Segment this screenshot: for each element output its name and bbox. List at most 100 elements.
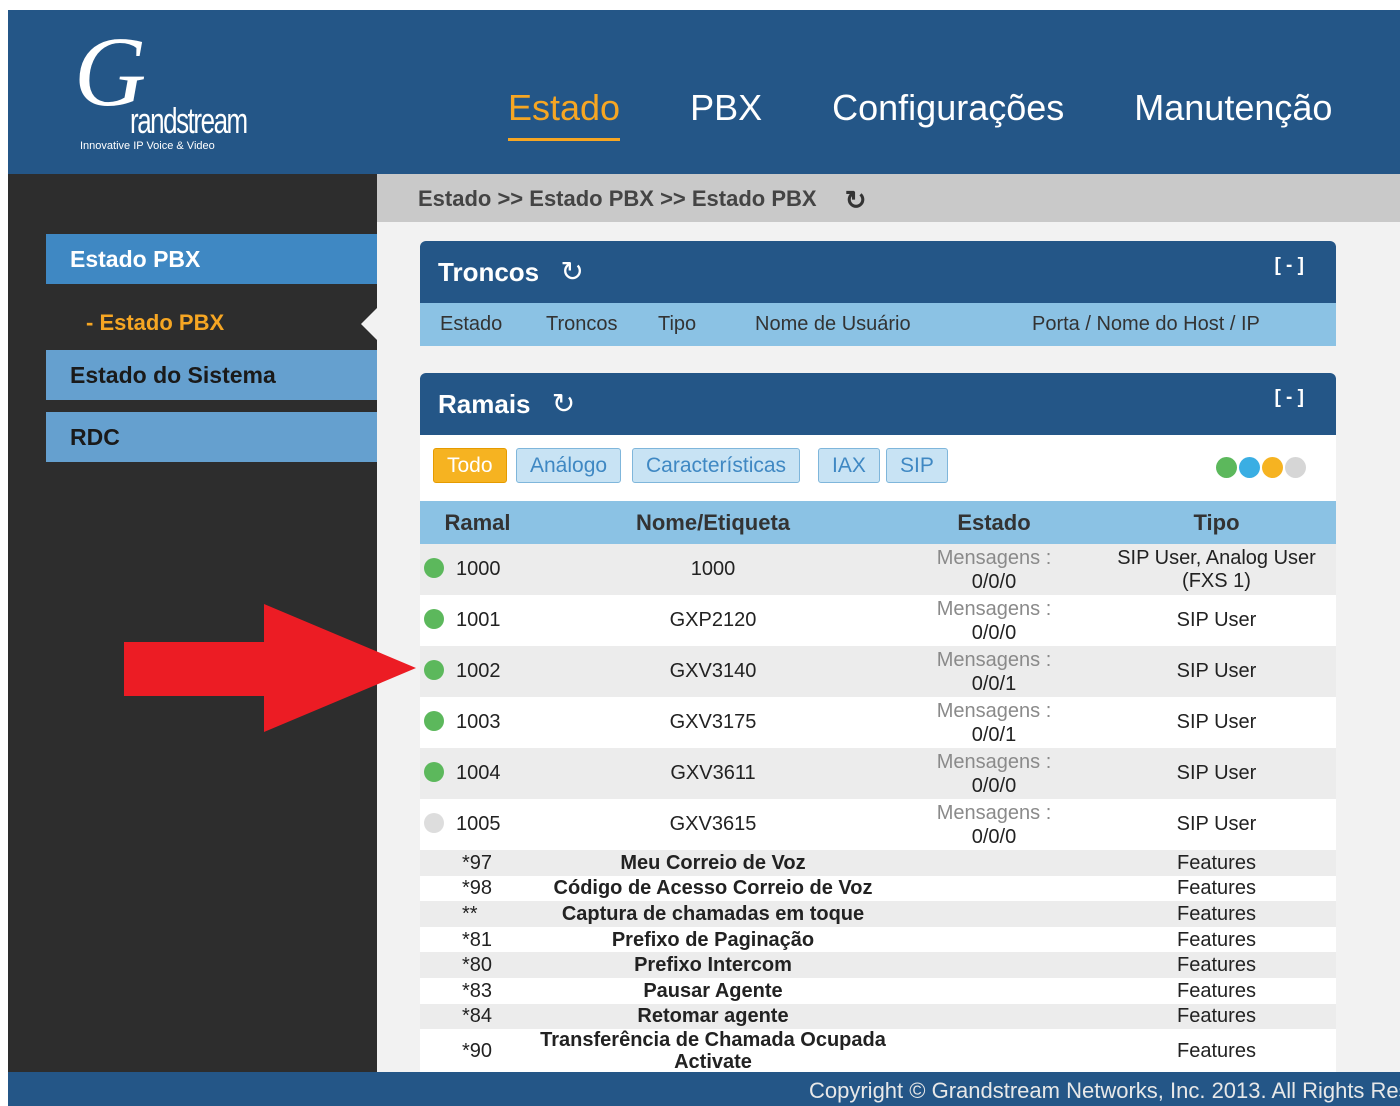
ramais-collapse-button[interactable]: [ - ] bbox=[1274, 373, 1304, 423]
feature-code: *97 bbox=[420, 850, 535, 876]
feature-estado bbox=[891, 850, 1097, 876]
extension-row[interactable]: 1003 GXV3175 Mensagens :0/0/1 SIP User bbox=[420, 697, 1336, 748]
top-header: G randstream Innovative IP Voice & Video… bbox=[8, 10, 1400, 174]
name-cell: GXP2120 bbox=[535, 595, 891, 646]
th-estado[interactable]: Estado bbox=[891, 501, 1097, 544]
filter-caracteristicas[interactable]: Características bbox=[632, 448, 801, 483]
feature-estado bbox=[891, 1003, 1097, 1030]
ramais-refresh-icon[interactable]: ↻ bbox=[552, 388, 575, 419]
type-cell: SIP User bbox=[1097, 799, 1336, 850]
filter-analogo[interactable]: Análogo bbox=[516, 448, 622, 483]
extension-row[interactable]: 1004 GXV3611 Mensagens :0/0/0 SIP User bbox=[420, 748, 1336, 799]
red-arrow-annotation bbox=[124, 604, 416, 732]
troncos-panel: Troncos ↻ [ - ] Estado Troncos Tipo Nome… bbox=[420, 241, 1336, 346]
feature-name: Código de Acesso Correio de Voz bbox=[535, 875, 891, 902]
filter-iax[interactable]: IAX bbox=[818, 448, 880, 483]
type-cell: SIP User bbox=[1097, 646, 1336, 697]
feature-type: Features bbox=[1097, 926, 1336, 953]
col-estado[interactable]: Estado bbox=[440, 303, 502, 346]
name-cell: GXV3611 bbox=[535, 748, 891, 799]
filter-sip[interactable]: SIP bbox=[886, 448, 948, 483]
ramal-cell: 1002 bbox=[420, 646, 535, 697]
feature-type: Features bbox=[1097, 875, 1336, 902]
ramal-cell: 1004 bbox=[420, 748, 535, 799]
feature-estado bbox=[891, 901, 1097, 927]
messages-label: Mensagens : bbox=[936, 750, 1052, 773]
breadcrumb-text: Estado >> Estado PBX >> Estado PBX bbox=[418, 186, 817, 211]
arrow-shape bbox=[124, 604, 416, 732]
nav-estado[interactable]: Estado bbox=[508, 90, 621, 141]
logo-tagline: Innovative IP Voice & Video bbox=[80, 140, 215, 152]
status-dot-icon bbox=[424, 710, 444, 731]
type-cell: SIP User bbox=[1097, 595, 1336, 646]
feature-type: Features bbox=[1097, 901, 1336, 927]
name-cell: GXV3615 bbox=[535, 799, 891, 850]
feature-estado bbox=[891, 926, 1097, 953]
messages-count: 0/0/0 bbox=[971, 825, 1017, 848]
extension-row[interactable]: 1002 GXV3140 Mensagens :0/0/1 SIP User bbox=[420, 646, 1336, 697]
ramal-number: 1001 bbox=[456, 609, 501, 632]
feature-estado bbox=[891, 952, 1097, 978]
feature-code: *90 bbox=[420, 1029, 535, 1073]
feature-name: Transferência de Chamada Ocupada Activat… bbox=[535, 1029, 891, 1073]
feature-row[interactable]: *84 Retomar agente Features bbox=[420, 1003, 1336, 1030]
th-nome-etiqueta[interactable]: Nome/Etiqueta bbox=[535, 501, 891, 544]
feature-type: Features bbox=[1097, 850, 1336, 876]
col-porta-host-ip[interactable]: Porta / Nome do Host / IP bbox=[1032, 303, 1260, 346]
th-ramal[interactable]: Ramal bbox=[420, 501, 535, 544]
ramal-number: 1002 bbox=[456, 660, 501, 683]
feature-row[interactable]: *81 Prefixo de Paginação Features bbox=[420, 926, 1336, 953]
feature-row[interactable]: *98 Código de Acesso Correio de Voz Featur… bbox=[420, 875, 1336, 902]
messages-cell: Mensagens :0/0/0 bbox=[891, 799, 1097, 850]
refresh-icon[interactable]: ↻ bbox=[845, 175, 867, 225]
type-cell: SIP User bbox=[1097, 748, 1336, 799]
logo-wordmark: randstream bbox=[130, 100, 248, 141]
troncos-refresh-icon[interactable]: ↻ bbox=[560, 256, 583, 287]
th-tipo[interactable]: Tipo bbox=[1097, 501, 1336, 544]
ramal-cell: 1000 bbox=[420, 544, 535, 595]
sidebar-item-estado-pbx[interactable]: Estado PBX bbox=[46, 234, 377, 284]
feature-code: *84 bbox=[420, 1003, 535, 1030]
nav-configuracoes[interactable]: Configurações bbox=[832, 90, 1064, 141]
filter-todo[interactable]: Todo bbox=[433, 448, 507, 483]
sidebar-item-estado-do-sistema[interactable]: Estado do Sistema bbox=[46, 350, 377, 400]
feature-code: *81 bbox=[420, 926, 535, 953]
nav-manutencao[interactable]: Manutenção bbox=[1134, 90, 1332, 141]
extension-row[interactable]: 1000 1000 Mensagens :0/0/0 SIP User, Analog… bbox=[420, 544, 1336, 595]
troncos-header: Troncos ↻ [ - ] bbox=[420, 241, 1336, 303]
feature-estado bbox=[891, 875, 1097, 902]
feature-row[interactable]: *83 Pausar Agente Features bbox=[420, 977, 1336, 1004]
feature-estado bbox=[891, 1029, 1097, 1073]
feature-name: Pausar Agente bbox=[535, 977, 891, 1004]
feature-row[interactable]: *80 Prefixo Intercom Features bbox=[420, 952, 1336, 978]
messages-count: 0/0/0 bbox=[971, 570, 1017, 593]
feature-row[interactable]: *90 Transferência de Chamada Ocupada Acti… bbox=[420, 1029, 1336, 1073]
feature-row[interactable]: *97 Meu Correio de Voz Features bbox=[420, 850, 1336, 876]
nav-pbx[interactable]: PBX bbox=[690, 90, 762, 141]
sidebar-item-rdc[interactable]: RDC bbox=[46, 412, 377, 462]
type-cell: SIP User bbox=[1097, 697, 1336, 748]
app-frame: G randstream Innovative IP Voice & Video… bbox=[8, 10, 1400, 1106]
messages-label: Mensagens : bbox=[936, 699, 1052, 722]
sidebar-subitem-estado-pbx[interactable]: - Estado PBX bbox=[86, 310, 224, 336]
messages-cell: Mensagens :0/0/0 bbox=[891, 544, 1097, 595]
messages-cell: Mensagens :0/0/1 bbox=[891, 697, 1097, 748]
col-nome-usuario[interactable]: Nome de Usuário bbox=[755, 303, 911, 346]
status-dot-icon bbox=[424, 557, 444, 578]
type-cell: SIP User, Analog User (FXS 1) bbox=[1097, 544, 1336, 595]
col-tipo[interactable]: Tipo bbox=[658, 303, 696, 346]
col-troncos[interactable]: Troncos bbox=[546, 303, 618, 346]
feature-type: Features bbox=[1097, 952, 1336, 978]
feature-type: Features bbox=[1097, 977, 1336, 1004]
main-nav: Estado PBX Configurações Manutenção bbox=[508, 90, 1400, 141]
feature-row[interactable]: ** Captura de chamadas em toque Features bbox=[420, 901, 1336, 927]
ramais-table-body: 1000 1000 Mensagens :0/0/0 SIP User, Analog… bbox=[420, 544, 1336, 1073]
name-cell: 1000 bbox=[535, 544, 891, 595]
troncos-title: Troncos bbox=[438, 257, 540, 287]
extension-row[interactable]: 1005 GXV3615 Mensagens :0/0/0 SIP User bbox=[420, 799, 1336, 850]
legend-dot-grey bbox=[1285, 457, 1306, 478]
troncos-collapse-button[interactable]: [ - ] bbox=[1274, 241, 1304, 291]
ramais-filter-bar: Todo Análogo Características IAX SIP bbox=[420, 435, 1336, 501]
grandstream-logo[interactable]: G randstream Innovative IP Voice & Video bbox=[74, 22, 264, 160]
extension-row[interactable]: 1001 GXP2120 Mensagens :0/0/0 SIP User bbox=[420, 595, 1336, 646]
